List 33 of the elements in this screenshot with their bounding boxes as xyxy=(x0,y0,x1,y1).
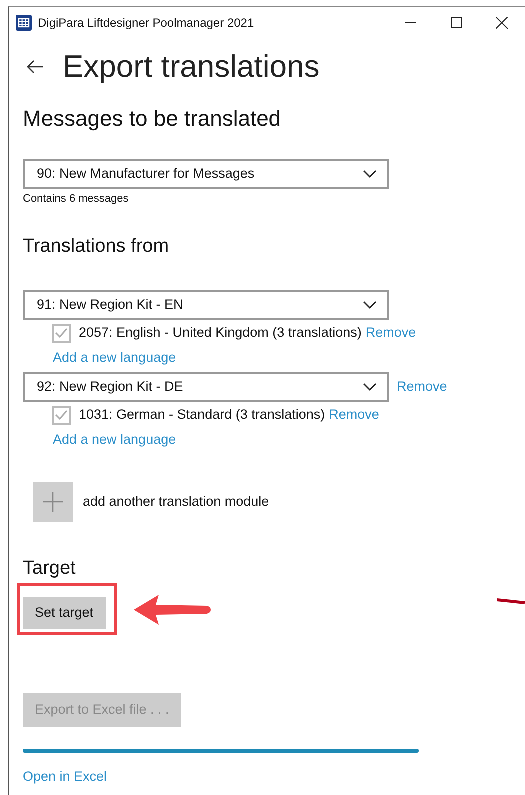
maximize-icon xyxy=(450,17,462,28)
page-title: Export translations xyxy=(63,48,320,86)
language-label: 2057: English - United Kingdom (3 translations) xyxy=(79,324,362,342)
remove-link[interactable]: Remove xyxy=(329,404,380,426)
set-target-button[interactable]: Set target xyxy=(23,596,106,629)
message-count: Contains 6 messages xyxy=(23,192,130,207)
section-heading: Translations from xyxy=(23,234,170,258)
app-icon xyxy=(16,14,32,30)
remove-link[interactable]: Remove xyxy=(397,376,448,398)
add-language-link[interactable]: Add a new language xyxy=(53,348,176,368)
back-arrow-icon xyxy=(26,60,44,74)
chevron-down-icon xyxy=(363,170,377,178)
chevron-down-icon xyxy=(363,383,377,392)
minimize-icon xyxy=(404,22,416,23)
add-language-link[interactable]: Add a new language xyxy=(53,430,176,450)
close-icon xyxy=(496,16,508,28)
add-module-label: add another translation module xyxy=(83,492,270,511)
section-heading: Messages to be translated xyxy=(23,105,282,133)
checkbox[interactable] xyxy=(52,324,71,342)
section-heading: Target xyxy=(23,557,77,581)
dropdown[interactable]: 91: New Region Kit - EN xyxy=(23,290,389,320)
remove-link[interactable]: Remove xyxy=(366,322,416,344)
checkmark-icon xyxy=(55,410,68,420)
dropdown[interactable]: 90: New Manufacturer for Messages xyxy=(23,159,389,189)
checkmark-icon xyxy=(55,328,68,338)
chevron-down-icon xyxy=(363,301,377,310)
plus-icon xyxy=(43,492,63,512)
checkbox[interactable] xyxy=(52,406,71,424)
dropdown[interactable]: 92: New Region Kit - DE xyxy=(23,372,389,402)
line-annotation xyxy=(497,597,525,605)
add-module-button[interactable] xyxy=(33,482,73,522)
window-title: DigiPara Liftdesigner Poolmanager 2021 xyxy=(38,14,254,32)
language-label: 1031: German - Standard (3 translations) xyxy=(79,406,326,424)
